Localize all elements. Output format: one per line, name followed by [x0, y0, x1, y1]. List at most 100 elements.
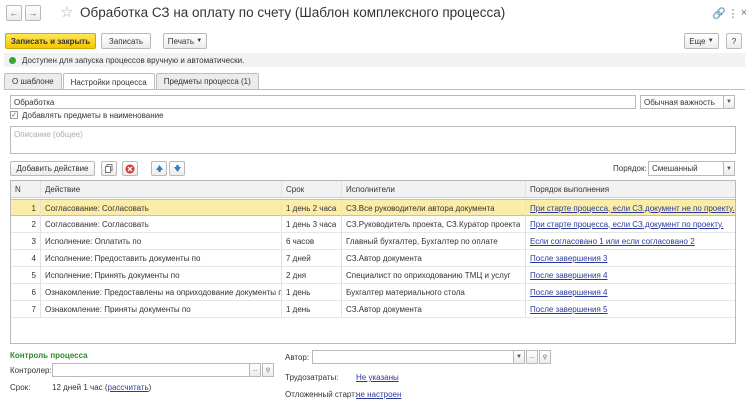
add-subjects-checkbox[interactable]: ✓ — [10, 111, 18, 119]
labor-label: Трудозатраты: — [285, 373, 339, 382]
row-term: 6 часов — [282, 233, 342, 249]
actions-table[interactable]: N Действие Срок Исполнители Порядок выпо… — [10, 180, 736, 344]
arrow-right-icon: → — [28, 8, 38, 18]
controller-select-button[interactable]: ... — [249, 363, 261, 377]
table-row[interactable]: 3 Исполнение: Оплатить по 6 часов Главны… — [11, 233, 735, 250]
table-row[interactable]: 2 Согласование: Согласовать 1 день 3 час… — [11, 216, 735, 233]
table-row[interactable]: 4 Исполнение: Предоставить документы по … — [11, 250, 735, 267]
order-link[interactable]: После завершения 3 — [530, 254, 607, 263]
more-button[interactable]: Еще ▼ — [684, 33, 719, 49]
row-order: После завершения 3 — [526, 250, 735, 266]
order-select[interactable]: Смешанный — [648, 161, 724, 176]
copy-action-button[interactable] — [101, 161, 117, 176]
row-executors: СЗ.Автор документа — [342, 250, 526, 266]
back-button[interactable]: ← — [6, 5, 22, 21]
table-row[interactable]: 6 Ознакомление: Предоставлены на оприход… — [11, 284, 735, 301]
author-label: Автор: — [285, 353, 310, 362]
tab-divider — [4, 89, 745, 90]
order-link[interactable]: После завершения 4 — [530, 288, 607, 297]
check-icon: ✓ — [11, 112, 17, 119]
move-up-button[interactable] — [151, 161, 167, 176]
save-and-close-button[interactable]: Записать и закрыть — [5, 33, 96, 49]
table-row[interactable]: 1 Согласование: Согласовать 1 день 2 час… — [11, 199, 735, 216]
chevron-down-icon: ▼ — [726, 99, 732, 105]
order-link[interactable]: При старте процесса, если СЗ.документ не… — [530, 204, 734, 213]
add-action-button[interactable]: Добавить действие — [10, 161, 95, 176]
tab-about-template[interactable]: О шаблоне — [4, 73, 62, 89]
row-number: 2 — [11, 216, 41, 232]
delayed-start-link[interactable]: не настроен — [356, 390, 401, 399]
table-row[interactable]: 7 Ознакомление: Приняты документы по 1 д… — [11, 301, 735, 318]
order-link[interactable]: При старте процесса, если СЗ.документ по… — [530, 220, 723, 229]
column-header-action[interactable]: Действие — [41, 181, 282, 197]
column-header-term[interactable]: Срок — [282, 181, 342, 197]
column-header-n[interactable]: N — [11, 181, 41, 197]
delayed-start-label: Отложенный старт: — [285, 390, 358, 399]
row-action: Ознакомление: Приняты документы по — [41, 301, 282, 317]
open-icon: ⚲ — [542, 354, 548, 361]
row-order: После завершения 5 — [526, 301, 735, 317]
availability-notice: Доступен для запуска процессов вручную и… — [4, 53, 745, 67]
importance-select[interactable]: Обычная важность — [640, 95, 724, 109]
forward-button[interactable]: → — [25, 5, 41, 21]
column-header-executors[interactable]: Исполнители — [342, 181, 526, 197]
row-number: 3 — [11, 233, 41, 249]
author-input[interactable] — [312, 350, 514, 364]
row-action: Согласование: Согласовать — [41, 200, 282, 216]
arrow-down-icon — [173, 165, 181, 172]
row-executors: Главный бухгалтер, Бухгалтер по оплате — [342, 233, 526, 249]
notice-text: Доступен для запуска процессов вручную и… — [22, 55, 245, 65]
table-row[interactable]: 5 Исполнение: Принять документы по 2 дня… — [11, 267, 735, 284]
close-icon[interactable]: × — [736, 5, 750, 21]
row-number: 1 — [11, 200, 41, 216]
chevron-down-icon: ▼ — [516, 354, 522, 360]
row-action: Согласование: Согласовать — [41, 216, 282, 232]
row-action: Исполнение: Оплатить по — [41, 233, 282, 249]
row-number: 7 — [11, 301, 41, 317]
row-order: После завершения 4 — [526, 284, 735, 300]
calculate-link[interactable]: рассчитать — [108, 383, 149, 392]
row-term: 1 день — [282, 284, 342, 300]
order-link[interactable]: Если согласовано 1 или если согласовано … — [530, 237, 695, 246]
process-name-input[interactable]: Обработка — [10, 95, 636, 109]
column-header-order[interactable]: Порядок выполнения — [526, 181, 735, 197]
labor-link[interactable]: Не указаны — [356, 373, 399, 382]
row-number: 6 — [11, 284, 41, 300]
add-subjects-label: Добавлять предметы в наименование — [22, 111, 164, 120]
author-dropdown-button[interactable]: ▼ — [513, 350, 525, 364]
delete-action-button[interactable] — [122, 161, 138, 176]
help-button[interactable]: ? — [726, 33, 742, 49]
controller-label: Контролер: — [10, 366, 52, 375]
ellipsis-icon: ... — [529, 354, 535, 360]
row-action: Исполнение: Принять документы по — [41, 267, 282, 283]
chevron-down-icon: ▼ — [726, 165, 732, 172]
order-dropdown-button[interactable]: ▼ — [723, 161, 735, 176]
chevron-down-icon: ▼ — [707, 38, 714, 44]
row-term: 1 день 3 часа — [282, 216, 342, 232]
save-button[interactable]: Записать — [101, 33, 151, 49]
more-label: Еще — [689, 36, 706, 46]
importance-dropdown-button[interactable]: ▼ — [723, 95, 735, 109]
print-button[interactable]: Печать ▼ — [163, 33, 207, 49]
description-textarea[interactable]: Описание (общее) — [10, 126, 736, 154]
move-down-button[interactable] — [169, 161, 185, 176]
row-order: При старте процесса, если СЗ.документ по… — [526, 216, 735, 232]
row-executors: СЗ.Руководитель проекта, СЗ.Куратор прое… — [342, 216, 526, 232]
chevron-down-icon: ▼ — [196, 38, 203, 44]
arrow-up-icon — [155, 165, 163, 172]
order-link[interactable]: После завершения 4 — [530, 271, 607, 280]
author-open-button[interactable]: ⚲ — [539, 350, 551, 364]
row-action: Исполнение: Предоставить документы по — [41, 250, 282, 266]
author-select-button[interactable]: ... — [526, 350, 538, 364]
tab-process-subjects[interactable]: Предметы процесса (1) — [155, 73, 259, 89]
tab-process-settings[interactable]: Настройки процесса — [62, 73, 155, 90]
order-link[interactable]: После завершения 5 — [530, 305, 607, 314]
delete-icon — [125, 164, 135, 173]
controller-open-button[interactable]: ⚲ — [262, 363, 274, 377]
row-term: 1 день 2 часа — [282, 200, 342, 216]
controller-input[interactable] — [52, 363, 250, 377]
row-term: 1 день — [282, 301, 342, 317]
section-title-control: Контроль процесса — [10, 351, 88, 360]
row-term: 2 дня — [282, 267, 342, 283]
favorite-star-icon[interactable]: ☆ — [60, 3, 73, 21]
